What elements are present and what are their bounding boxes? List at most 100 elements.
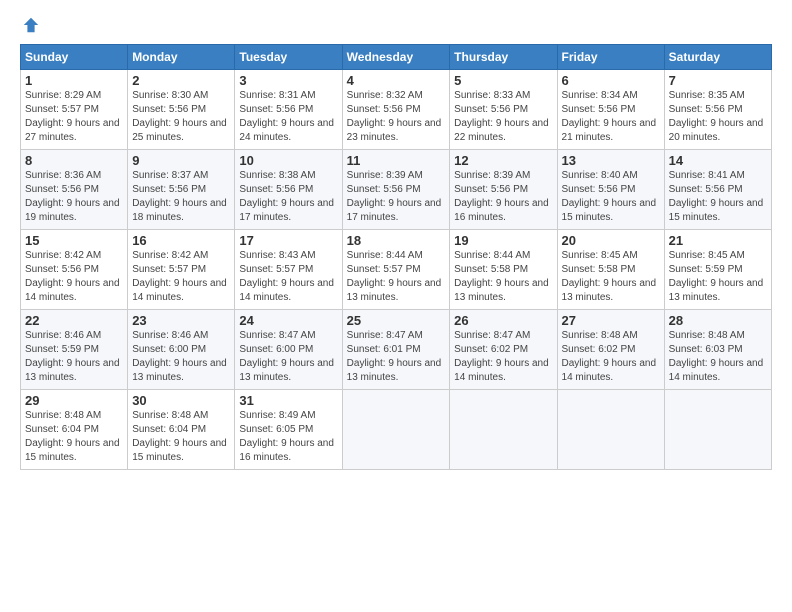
calendar-cell: 31 Sunrise: 8:49 AM Sunset: 6:05 PM Dayl… xyxy=(235,390,342,470)
logo-icon xyxy=(22,16,40,34)
day-info: Sunrise: 8:47 AM Sunset: 6:00 PM Dayligh… xyxy=(239,329,337,385)
calendar-cell: 13 Sunrise: 8:40 AM Sunset: 5:56 PM Dayl… xyxy=(557,150,664,230)
calendar-cell xyxy=(342,390,450,470)
day-info: Sunrise: 8:31 AM Sunset: 5:56 PM Dayligh… xyxy=(239,89,337,145)
calendar-cell: 11 Sunrise: 8:39 AM Sunset: 5:56 PM Dayl… xyxy=(342,150,450,230)
day-number: 6 xyxy=(562,73,660,88)
day-number: 11 xyxy=(347,153,446,168)
calendar-cell: 15 Sunrise: 8:42 AM Sunset: 5:56 PM Dayl… xyxy=(21,230,128,310)
day-number: 4 xyxy=(347,73,446,88)
calendar-header-thursday: Thursday xyxy=(450,45,557,70)
day-number: 16 xyxy=(132,233,230,248)
calendar-cell: 24 Sunrise: 8:47 AM Sunset: 6:00 PM Dayl… xyxy=(235,310,342,390)
day-info: Sunrise: 8:42 AM Sunset: 5:56 PM Dayligh… xyxy=(25,249,123,305)
calendar-cell: 2 Sunrise: 8:30 AM Sunset: 5:56 PM Dayli… xyxy=(128,70,235,150)
calendar-cell: 5 Sunrise: 8:33 AM Sunset: 5:56 PM Dayli… xyxy=(450,70,557,150)
day-number: 29 xyxy=(25,393,123,408)
calendar-week-row: 22 Sunrise: 8:46 AM Sunset: 5:59 PM Dayl… xyxy=(21,310,772,390)
day-number: 12 xyxy=(454,153,552,168)
calendar-week-row: 29 Sunrise: 8:48 AM Sunset: 6:04 PM Dayl… xyxy=(21,390,772,470)
day-number: 7 xyxy=(669,73,767,88)
calendar-cell: 9 Sunrise: 8:37 AM Sunset: 5:56 PM Dayli… xyxy=(128,150,235,230)
day-info: Sunrise: 8:47 AM Sunset: 6:01 PM Dayligh… xyxy=(347,329,446,385)
day-number: 31 xyxy=(239,393,337,408)
calendar-cell: 18 Sunrise: 8:44 AM Sunset: 5:57 PM Dayl… xyxy=(342,230,450,310)
calendar-cell: 1 Sunrise: 8:29 AM Sunset: 5:57 PM Dayli… xyxy=(21,70,128,150)
day-info: Sunrise: 8:48 AM Sunset: 6:03 PM Dayligh… xyxy=(669,329,767,385)
day-info: Sunrise: 8:39 AM Sunset: 5:56 PM Dayligh… xyxy=(454,169,552,225)
calendar-cell: 29 Sunrise: 8:48 AM Sunset: 6:04 PM Dayl… xyxy=(21,390,128,470)
calendar-cell xyxy=(664,390,771,470)
calendar-header-wednesday: Wednesday xyxy=(342,45,450,70)
day-info: Sunrise: 8:41 AM Sunset: 5:56 PM Dayligh… xyxy=(669,169,767,225)
calendar-cell: 10 Sunrise: 8:38 AM Sunset: 5:56 PM Dayl… xyxy=(235,150,342,230)
day-number: 26 xyxy=(454,313,552,328)
day-info: Sunrise: 8:48 AM Sunset: 6:04 PM Dayligh… xyxy=(132,409,230,465)
calendar-cell: 21 Sunrise: 8:45 AM Sunset: 5:59 PM Dayl… xyxy=(664,230,771,310)
day-info: Sunrise: 8:30 AM Sunset: 5:56 PM Dayligh… xyxy=(132,89,230,145)
day-number: 5 xyxy=(454,73,552,88)
day-info: Sunrise: 8:48 AM Sunset: 6:04 PM Dayligh… xyxy=(25,409,123,465)
calendar-cell: 12 Sunrise: 8:39 AM Sunset: 5:56 PM Dayl… xyxy=(450,150,557,230)
calendar-cell: 27 Sunrise: 8:48 AM Sunset: 6:02 PM Dayl… xyxy=(557,310,664,390)
calendar-cell: 3 Sunrise: 8:31 AM Sunset: 5:56 PM Dayli… xyxy=(235,70,342,150)
day-number: 15 xyxy=(25,233,123,248)
day-number: 27 xyxy=(562,313,660,328)
day-number: 18 xyxy=(347,233,446,248)
calendar-table: SundayMondayTuesdayWednesdayThursdayFrid… xyxy=(20,44,772,470)
day-number: 25 xyxy=(347,313,446,328)
calendar-header-monday: Monday xyxy=(128,45,235,70)
calendar-week-row: 1 Sunrise: 8:29 AM Sunset: 5:57 PM Dayli… xyxy=(21,70,772,150)
day-info: Sunrise: 8:48 AM Sunset: 6:02 PM Dayligh… xyxy=(562,329,660,385)
day-info: Sunrise: 8:42 AM Sunset: 5:57 PM Dayligh… xyxy=(132,249,230,305)
day-number: 17 xyxy=(239,233,337,248)
day-info: Sunrise: 8:45 AM Sunset: 5:59 PM Dayligh… xyxy=(669,249,767,305)
calendar-header-sunday: Sunday xyxy=(21,45,128,70)
calendar-cell xyxy=(557,390,664,470)
day-number: 19 xyxy=(454,233,552,248)
day-number: 8 xyxy=(25,153,123,168)
calendar-cell: 28 Sunrise: 8:48 AM Sunset: 6:03 PM Dayl… xyxy=(664,310,771,390)
day-number: 1 xyxy=(25,73,123,88)
calendar-cell: 7 Sunrise: 8:35 AM Sunset: 5:56 PM Dayli… xyxy=(664,70,771,150)
day-info: Sunrise: 8:47 AM Sunset: 6:02 PM Dayligh… xyxy=(454,329,552,385)
day-info: Sunrise: 8:46 AM Sunset: 6:00 PM Dayligh… xyxy=(132,329,230,385)
day-info: Sunrise: 8:46 AM Sunset: 5:59 PM Dayligh… xyxy=(25,329,123,385)
day-number: 22 xyxy=(25,313,123,328)
calendar-cell: 17 Sunrise: 8:43 AM Sunset: 5:57 PM Dayl… xyxy=(235,230,342,310)
day-number: 24 xyxy=(239,313,337,328)
day-info: Sunrise: 8:32 AM Sunset: 5:56 PM Dayligh… xyxy=(347,89,446,145)
calendar-cell: 14 Sunrise: 8:41 AM Sunset: 5:56 PM Dayl… xyxy=(664,150,771,230)
calendar-header-saturday: Saturday xyxy=(664,45,771,70)
day-info: Sunrise: 8:44 AM Sunset: 5:58 PM Dayligh… xyxy=(454,249,552,305)
page: SundayMondayTuesdayWednesdayThursdayFrid… xyxy=(0,0,792,612)
calendar-cell: 30 Sunrise: 8:48 AM Sunset: 6:04 PM Dayl… xyxy=(128,390,235,470)
day-number: 21 xyxy=(669,233,767,248)
day-number: 13 xyxy=(562,153,660,168)
calendar-cell: 8 Sunrise: 8:36 AM Sunset: 5:56 PM Dayli… xyxy=(21,150,128,230)
calendar-cell: 23 Sunrise: 8:46 AM Sunset: 6:00 PM Dayl… xyxy=(128,310,235,390)
day-number: 3 xyxy=(239,73,337,88)
day-number: 2 xyxy=(132,73,230,88)
calendar-cell: 20 Sunrise: 8:45 AM Sunset: 5:58 PM Dayl… xyxy=(557,230,664,310)
calendar-cell xyxy=(450,390,557,470)
day-info: Sunrise: 8:39 AM Sunset: 5:56 PM Dayligh… xyxy=(347,169,446,225)
calendar-cell: 22 Sunrise: 8:46 AM Sunset: 5:59 PM Dayl… xyxy=(21,310,128,390)
calendar-week-row: 8 Sunrise: 8:36 AM Sunset: 5:56 PM Dayli… xyxy=(21,150,772,230)
day-number: 10 xyxy=(239,153,337,168)
calendar-cell: 6 Sunrise: 8:34 AM Sunset: 5:56 PM Dayli… xyxy=(557,70,664,150)
day-info: Sunrise: 8:38 AM Sunset: 5:56 PM Dayligh… xyxy=(239,169,337,225)
calendar-header-row: SundayMondayTuesdayWednesdayThursdayFrid… xyxy=(21,45,772,70)
day-info: Sunrise: 8:34 AM Sunset: 5:56 PM Dayligh… xyxy=(562,89,660,145)
calendar-cell: 25 Sunrise: 8:47 AM Sunset: 6:01 PM Dayl… xyxy=(342,310,450,390)
calendar-cell: 19 Sunrise: 8:44 AM Sunset: 5:58 PM Dayl… xyxy=(450,230,557,310)
day-number: 14 xyxy=(669,153,767,168)
day-info: Sunrise: 8:44 AM Sunset: 5:57 PM Dayligh… xyxy=(347,249,446,305)
logo xyxy=(20,16,40,34)
calendar-cell: 4 Sunrise: 8:32 AM Sunset: 5:56 PM Dayli… xyxy=(342,70,450,150)
day-number: 9 xyxy=(132,153,230,168)
day-info: Sunrise: 8:35 AM Sunset: 5:56 PM Dayligh… xyxy=(669,89,767,145)
day-info: Sunrise: 8:36 AM Sunset: 5:56 PM Dayligh… xyxy=(25,169,123,225)
day-number: 28 xyxy=(669,313,767,328)
header xyxy=(20,16,772,34)
